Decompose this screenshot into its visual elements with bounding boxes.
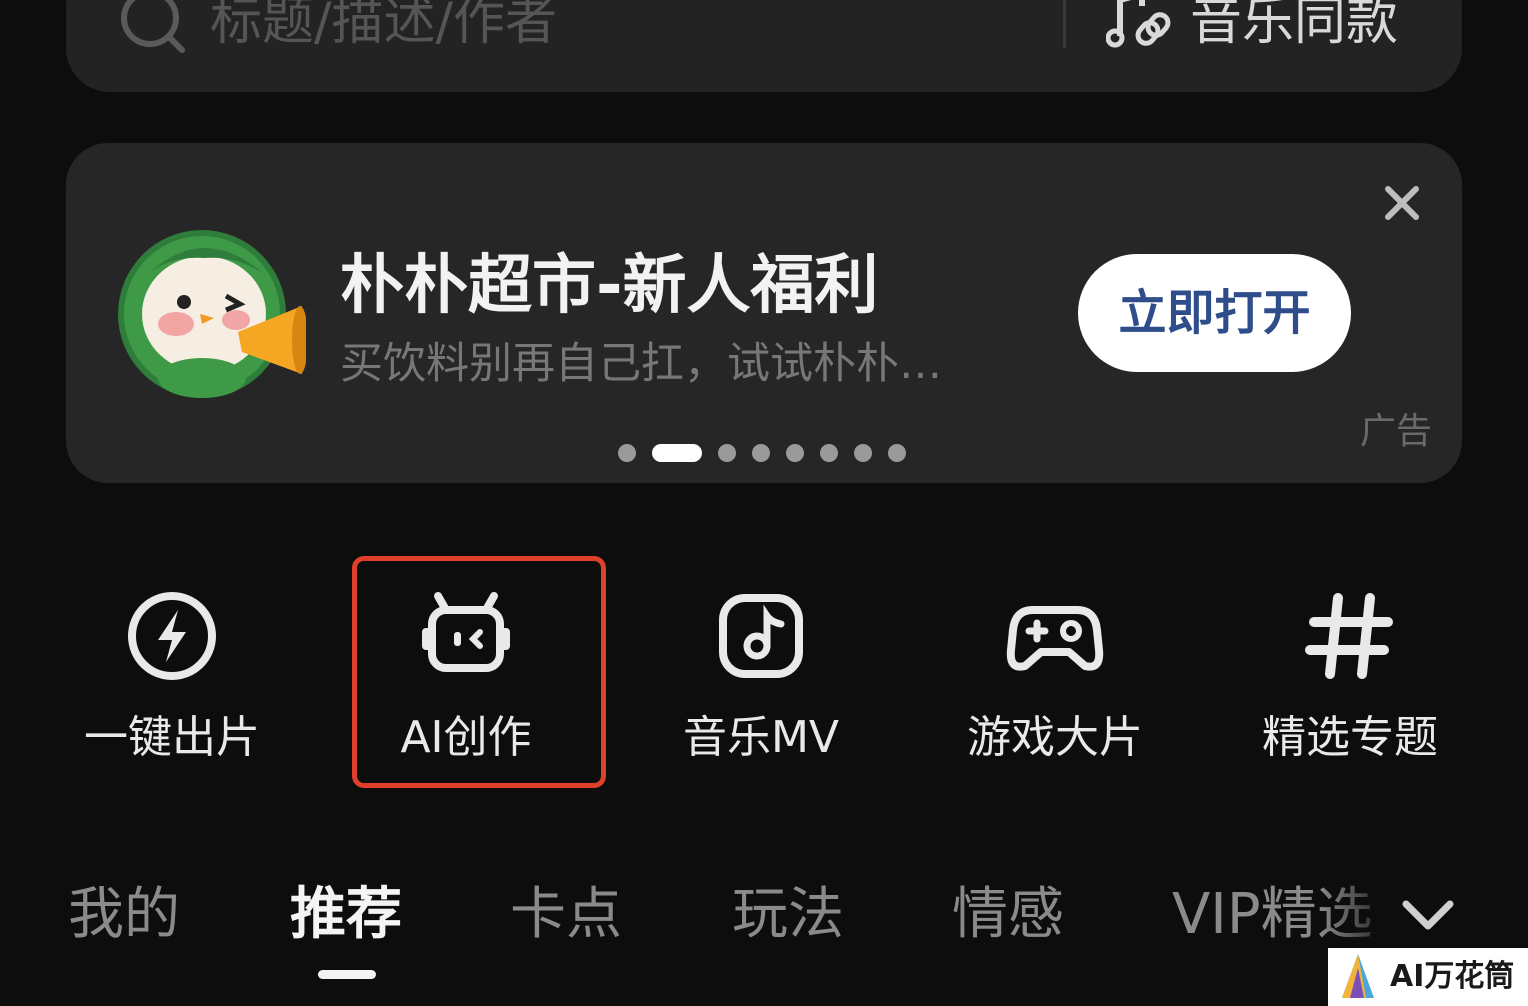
lightning-icon xyxy=(128,592,216,680)
search-input[interactable]: 标题/描述/作者 xyxy=(210,0,557,52)
kaleidoscope-logo-icon xyxy=(1342,954,1374,998)
carousel-dot xyxy=(718,444,736,462)
search-divider xyxy=(1063,0,1066,48)
highlight-annotation xyxy=(352,556,606,788)
tab-mine[interactable]: 我的 xyxy=(68,882,180,948)
carousel-dot xyxy=(752,444,770,462)
hashtag-icon xyxy=(1305,593,1393,679)
ad-open-button[interactable]: 立即打开 xyxy=(1078,254,1351,372)
active-tab-indicator xyxy=(318,970,376,979)
carousel-dot xyxy=(854,444,872,462)
watermark: AI万花筒 xyxy=(1328,948,1528,1006)
quick-action-label: 精选专题 xyxy=(1262,712,1438,763)
carousel-dot-active xyxy=(652,444,702,462)
search-icon xyxy=(121,0,185,53)
ad-mascot-logo xyxy=(118,230,306,398)
quick-action-music-mv[interactable]: 音乐MV xyxy=(651,580,871,780)
tab-recommended[interactable]: 推荐 xyxy=(290,882,402,948)
quick-action-label: 音乐MV xyxy=(682,712,840,763)
carousel-dot xyxy=(618,444,636,462)
music-same-button[interactable]: 音乐同款 xyxy=(1190,0,1398,52)
quick-action-game[interactable]: 游戏大片 xyxy=(945,580,1165,780)
watermark-text: AI万花筒 xyxy=(1390,959,1515,994)
quick-action-topics[interactable]: 精选专题 xyxy=(1240,580,1460,780)
carousel-indicator xyxy=(618,444,906,462)
tab-emotion[interactable]: 情感 xyxy=(952,882,1064,948)
chevron-down-icon[interactable] xyxy=(1398,890,1458,940)
carousel-dot xyxy=(888,444,906,462)
gamepad-icon xyxy=(1006,606,1104,671)
tab-beat-sync[interactable]: 卡点 xyxy=(510,882,622,948)
tab-gameplay[interactable]: 玩法 xyxy=(732,882,844,948)
music-note-icon xyxy=(719,594,803,678)
music-link-icon[interactable] xyxy=(1106,0,1172,54)
quick-action-label: 一键出片 xyxy=(84,712,260,763)
carousel-dot xyxy=(786,444,804,462)
carousel-dot xyxy=(820,444,838,462)
quick-action-label: 游戏大片 xyxy=(967,712,1143,763)
ad-title: 朴朴超市-新人福利 xyxy=(340,249,879,323)
quick-action-one-click[interactable]: 一键出片 xyxy=(62,580,282,780)
ad-tag: 广告 xyxy=(1360,411,1433,452)
close-icon[interactable] xyxy=(1375,176,1429,230)
ad-subtitle: 买饮料别再自己扛，试试朴朴… xyxy=(340,339,942,389)
